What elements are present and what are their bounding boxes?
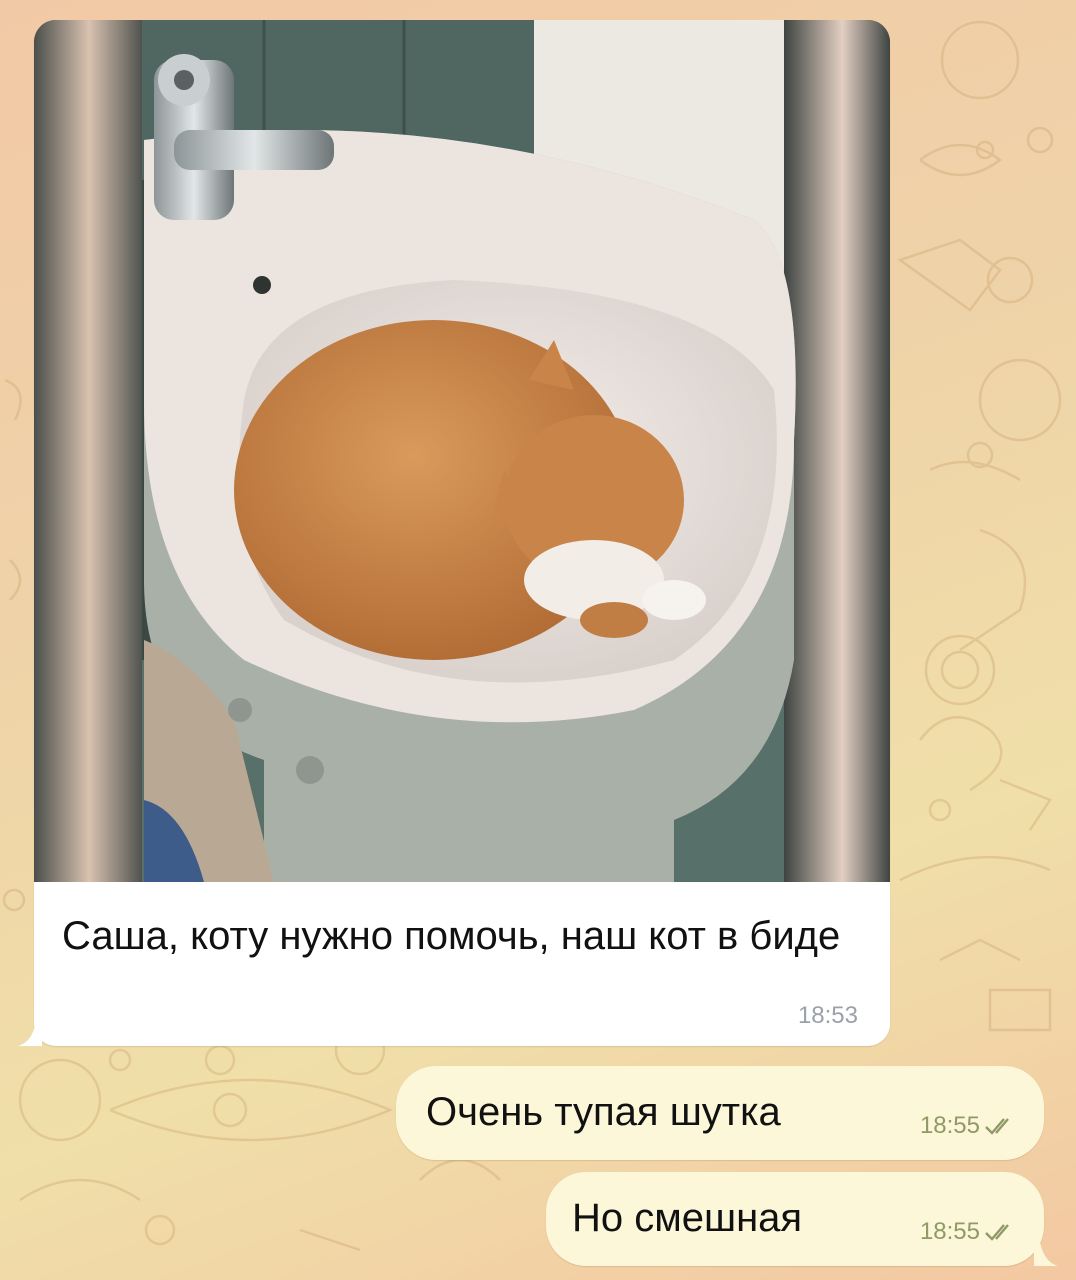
message-meta: 18:55 (920, 1112, 1018, 1140)
message-photo[interactable] (34, 20, 890, 882)
message-time: 18:53 (797, 1002, 858, 1029)
message-text: Но смешная (572, 1196, 803, 1240)
message-time: 18:55 (919, 1112, 980, 1139)
outgoing-message[interactable]: Очень тупая шутка 18:55 (396, 1066, 1044, 1160)
double-check-icon (985, 1118, 1009, 1135)
message-caption: Саша, коту нужно помочь, наш кот в биде (62, 914, 841, 958)
chat-area[interactable]: Саша, коту нужно помочь, наш кот в биде … (0, 0, 1076, 1280)
message-text: Очень тупая шутка (426, 1090, 781, 1134)
double-check-icon (985, 1224, 1009, 1241)
message-time: 18:55 (919, 1218, 980, 1245)
outgoing-message[interactable]: Но смешная 18:55 (546, 1172, 1058, 1266)
message-meta: 18:55 (920, 1218, 1018, 1246)
cat-in-bidet-image (34, 20, 890, 882)
incoming-photo-message[interactable]: Саша, коту нужно помочь, наш кот в биде … (18, 20, 890, 1046)
bubble-tail (1034, 1242, 1058, 1266)
bubble-tail (18, 1022, 42, 1046)
